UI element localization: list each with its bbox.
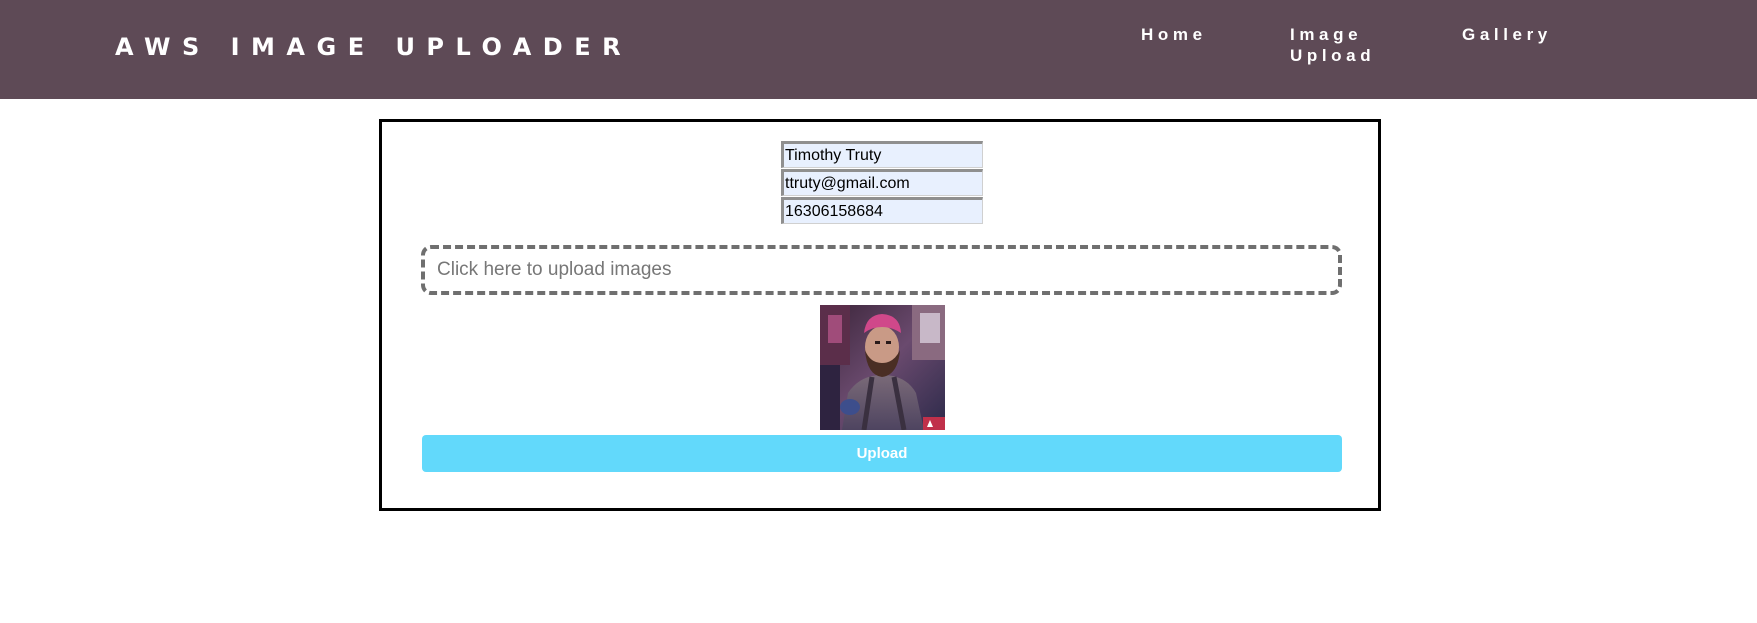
preview-photo (820, 305, 945, 430)
nav-image-upload-link[interactable]: Image Upload (1290, 24, 1375, 66)
nav-gallery-link[interactable]: Gallery (1462, 24, 1552, 45)
nav-image-upload-label: Image Upload (1290, 25, 1376, 65)
image-dropzone[interactable]: Click here to upload images (421, 245, 1342, 295)
name-input[interactable] (781, 141, 983, 168)
top-navbar: AWS IMAGE UPLOADER Home Image Upload Gal… (0, 0, 1757, 99)
nav-home-link[interactable]: Home (1141, 24, 1207, 45)
nav-home-label: Home (1141, 25, 1207, 44)
dropzone-label: Click here to upload images (437, 259, 672, 280)
phone-input[interactable] (781, 197, 983, 224)
brand-title: AWS IMAGE UPLOADER (115, 33, 633, 61)
upload-button[interactable]: Upload (422, 435, 1342, 472)
email-input[interactable] (781, 169, 983, 196)
image-preview-thumbnail (820, 305, 945, 430)
nav-gallery-label: Gallery (1462, 25, 1552, 44)
